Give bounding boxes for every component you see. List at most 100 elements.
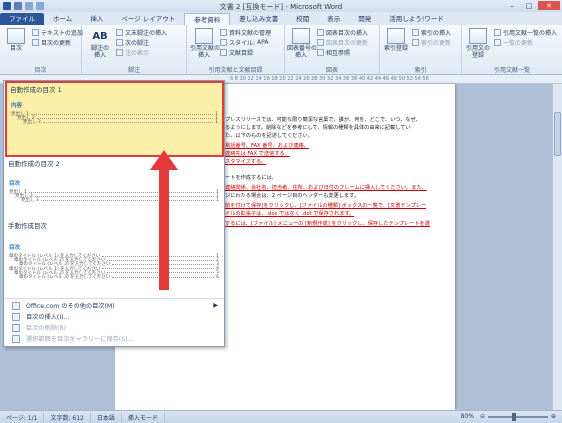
insert-caption-button[interactable]: 図表番号の 挿入 xyxy=(287,28,317,59)
toc-thumbnail: 目次 見出し 11 見出し 21 見出し 31 xyxy=(9,179,219,203)
update-index-button[interactable]: 索引の更新 xyxy=(412,38,451,47)
insert-citation-button[interactable]: 引用文献の 挿入 xyxy=(190,28,221,59)
insert-toc-icon xyxy=(12,312,20,321)
update-toc-button[interactable]: 目次の更新 xyxy=(32,38,71,47)
tab-references[interactable]: 参考資料 xyxy=(184,13,231,25)
bibliography-button[interactable]: 文献目録 xyxy=(220,48,253,57)
remove-toc-icon xyxy=(12,323,20,332)
next-footnote-button[interactable]: 次の脚注 xyxy=(116,38,149,47)
show-notes-button[interactable]: 注の表示 xyxy=(116,48,149,57)
maximize-button[interactable]: □ xyxy=(521,1,537,10)
doc-line: るようにします。削除などを参考にして、情報の種類を具体の由来に記載してい xyxy=(225,125,411,131)
toc-entry: 見出し 3 xyxy=(23,120,41,126)
doc-line: ートを作成するには、 xyxy=(225,175,277,181)
caption-group: 図表番号の 挿入 図表目次の挿入 図表目次の更新 相互参照 図表 xyxy=(285,25,380,75)
toc-gallery-menu: Office.com のその他の目次(M) ▶ 目次の挿入(I)... 目次の削… xyxy=(4,298,224,346)
insert-index-label: 索引の挿入 xyxy=(421,30,452,37)
tab-mailings[interactable]: 差し込み文書 xyxy=(230,13,287,25)
insert-endnote-button[interactable]: 文末脚注の挿入 xyxy=(116,28,167,37)
zoom-level[interactable]: 80% xyxy=(458,413,477,420)
doc-line: するには、[ファイル] メニューの [新規作成] をクリックし、保存したテンプレ… xyxy=(225,221,430,227)
insert-figure-toc-button[interactable]: 図表目次の挿入 xyxy=(317,28,368,37)
tab-developer[interactable]: 開発 xyxy=(349,13,380,25)
toc-option-label: 自動作成の目次 1 xyxy=(10,86,62,94)
mark-citation-label: 引用文の 登録 xyxy=(465,45,490,59)
manage-sources-icon xyxy=(220,29,227,36)
toa-group: 引用文の 登録 引用文献一覧の挿入 一覧の更新 引用文献一覧 xyxy=(462,25,562,75)
citation-group-label: 引用文献と文献目録 xyxy=(208,67,263,74)
doc-line: イルの拡張子は、.doc ではなく .dot で保存されます。 xyxy=(225,211,355,217)
office-com-icon xyxy=(12,301,20,310)
zoom-slider[interactable] xyxy=(487,412,548,421)
update-toa-button[interactable]: 一覧の更新 xyxy=(494,38,533,47)
update-toa-icon xyxy=(494,39,501,46)
update-index-icon xyxy=(412,39,419,46)
style-dropdown[interactable]: スタイル: APA xyxy=(220,38,268,47)
toc-option-manual[interactable]: 手動作成目次 目次 章のタイトル (レベル 1) を入力してください 1 章のタイ… xyxy=(5,219,223,297)
mark-entry-button[interactable]: 索引登録 xyxy=(382,28,410,52)
close-button[interactable]: ✕ xyxy=(538,1,560,10)
minimize-button[interactable]: – xyxy=(504,1,520,10)
tab-addin[interactable]: 活用しよう!ワード xyxy=(380,13,453,25)
word-count[interactable]: 文字数: 612 xyxy=(44,412,91,422)
mark-citation-icon xyxy=(469,28,487,44)
zoom-slider-knob[interactable] xyxy=(511,412,516,421)
update-figure-toc-button[interactable]: 図表目次の更新 xyxy=(317,38,368,47)
insert-toc-menu-item[interactable]: 目次の挿入(I)... xyxy=(4,311,224,322)
toa-group-label: 引用文献一覧 xyxy=(493,67,530,74)
cross-reference-label: 相互参照 xyxy=(326,50,351,57)
doc-line: た、以下のものを記述してください。 xyxy=(225,133,313,139)
zoom-out-icon[interactable]: ⊖ xyxy=(480,413,485,420)
citation-group: 引用文献の 挿入 資料文献の管理 スタイル: APA 文献目録 引用文献と文献目録 xyxy=(187,25,285,75)
style-label: スタイル: xyxy=(229,40,256,47)
insert-footnote-button[interactable]: AB 脚注の 挿入 xyxy=(86,28,114,59)
toc-thumbnail-line: 章のタイトル (レベル 3) を入力してください 6 xyxy=(19,274,219,281)
tab-review[interactable]: 校閲 xyxy=(287,13,318,25)
page-count[interactable]: ページ: 1/1 xyxy=(0,412,45,422)
ruler-ticks: 6 8 10 12 14 16 18 20 22 24 26 28 30 32 … xyxy=(230,76,429,82)
toc-option-automatic-1[interactable]: 自動作成の目次 1 内容 見出し 11 見出し 21 見出し 31 xyxy=(5,81,224,157)
toc-thumbnail-title: 目次 xyxy=(9,245,21,251)
toc-entry: 章のタイトル (レベル 3) を入力してください xyxy=(19,275,111,281)
zoom-control: 80% ⊖ ⊕ xyxy=(458,412,556,421)
update-figure-toc-icon xyxy=(317,39,324,46)
update-toc-label: 目次の更新 xyxy=(41,40,72,47)
tab-insert[interactable]: 挿入 xyxy=(81,13,112,25)
tab-home[interactable]: ホーム xyxy=(44,13,81,25)
more-tocs-from-office-com[interactable]: Office.com のその他の目次(M) ▶ xyxy=(4,300,224,311)
tab-view[interactable]: 表示 xyxy=(318,13,349,25)
insert-mode-indicator[interactable]: 挿入モード xyxy=(122,412,165,422)
vertical-scrollbar[interactable] xyxy=(552,84,562,410)
insert-index-icon xyxy=(412,29,419,36)
scrollbar-thumb[interactable] xyxy=(554,112,561,156)
save-to-gallery-icon xyxy=(12,334,20,343)
insert-citation-label: 引用文献の 挿入 xyxy=(190,45,221,59)
mark-entry-icon xyxy=(387,28,405,44)
add-text-icon xyxy=(32,29,39,36)
insert-index-button[interactable]: 索引の挿入 xyxy=(412,28,451,37)
toc-thumbnail: 目次 章のタイトル (レベル 1) を入力してください 1 章のタイトル (レベル… xyxy=(9,243,219,281)
toc-button[interactable]: 目次 xyxy=(2,28,30,52)
doc-line: 電話番号、FAX 番号、および連絡。 xyxy=(225,143,309,149)
insert-toa-label: 引用文献一覧の挿入 xyxy=(503,30,558,37)
show-notes-icon xyxy=(116,49,123,56)
remove-toc-menu-item[interactable]: 目次の削除(R) xyxy=(4,322,224,333)
toc-button-label: 目次 xyxy=(9,45,22,52)
save-selection-to-toc-gallery-menu-item[interactable]: 選択範囲を目次ギャラリーに保存(S)... xyxy=(4,333,224,344)
toc-option-automatic-2[interactable]: 自動作成の目次 2 目次 見出し 11 見出し 21 見出し 31 xyxy=(5,157,223,219)
doc-line: 連絡先は FAX で送信する。 xyxy=(225,151,290,157)
submenu-arrow-icon: ▶ xyxy=(213,302,218,309)
mark-citation-button[interactable]: 引用文の 登録 xyxy=(464,28,492,59)
tab-file[interactable]: ファイル xyxy=(0,13,44,25)
manage-sources-button[interactable]: 資料文献の管理 xyxy=(220,28,271,37)
add-text-button[interactable]: テキストの追加 xyxy=(32,28,83,37)
insert-toa-button[interactable]: 引用文献一覧の挿入 xyxy=(494,28,557,37)
next-footnote-label: 次の脚注 xyxy=(125,40,150,47)
tab-page-layout[interactable]: ページ レイアウト xyxy=(112,13,184,25)
zoom-in-icon[interactable]: ⊕ xyxy=(551,413,556,420)
language-indicator[interactable]: 日本語 xyxy=(91,412,122,422)
cross-reference-button[interactable]: 相互参照 xyxy=(317,48,350,57)
footnote-group: AB 脚注の 挿入 文末脚注の挿入 次の脚注 注の表示 脚注 xyxy=(82,25,187,75)
cross-reference-icon xyxy=(317,49,324,56)
toc-entry: 見出し 3 xyxy=(21,198,39,204)
